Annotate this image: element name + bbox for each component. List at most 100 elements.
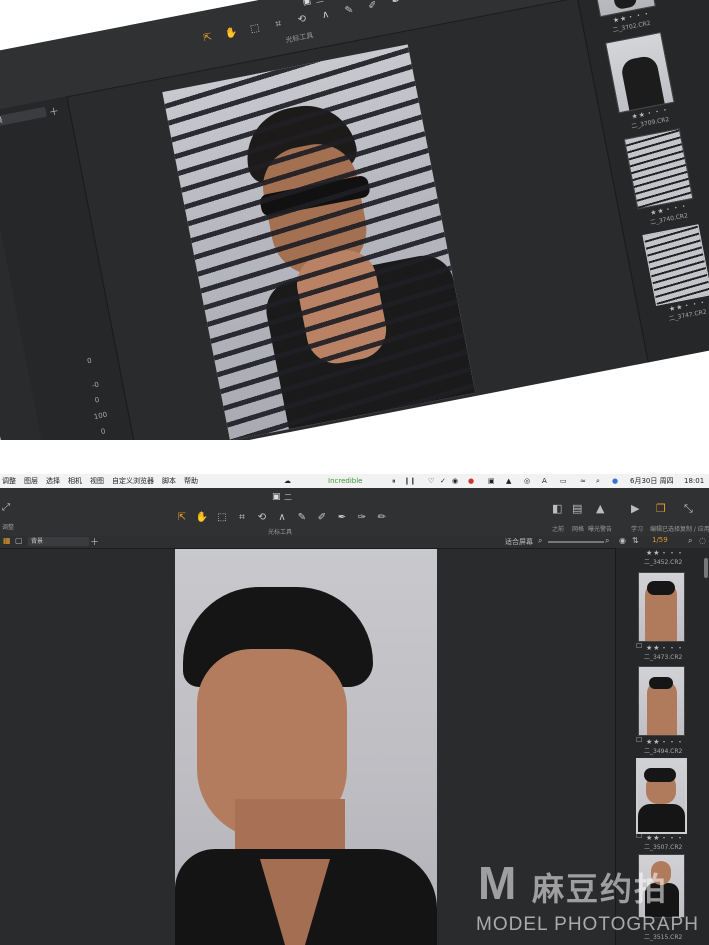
bottom-toolbar: ▣ 二 ⤢ 调整 ⇱ ✋ ⬚ ⌗ ⟲ ∧ ✎ ✐ ✒ ✑ ✏ 光标工具 ◧ 之前… xyxy=(0,488,709,537)
filmstrip-thumb-selected[interactable] xyxy=(642,224,709,306)
filmstrip-scrollbar[interactable] xyxy=(704,558,708,578)
filter-icon[interactable]: ◌ xyxy=(699,536,706,545)
battery-icon[interactable]: ▭ xyxy=(560,474,567,488)
single-view-icon[interactable]: ▢ xyxy=(15,536,23,545)
keystone-tool-icon[interactable]: ∧ xyxy=(314,6,337,26)
thumb-caption: 二_3507.CR2 xyxy=(644,844,683,851)
menubar-time: 18:01 xyxy=(684,477,705,485)
mountain-icon[interactable]: ▲ xyxy=(506,474,511,488)
pan-tool-icon[interactable]: ✋ xyxy=(192,510,212,526)
a-icon[interactable]: A xyxy=(542,474,547,488)
filmstrip-thumb[interactable] xyxy=(638,572,685,642)
menu-item[interactable]: 视图 xyxy=(90,474,104,488)
wifi-icon[interactable]: ≈ xyxy=(580,474,586,488)
wechat-icon[interactable]: ☁ xyxy=(284,474,291,488)
watermark-english: MODEL PHOTOGRAPH xyxy=(476,914,699,935)
copy-icon[interactable]: ❐ xyxy=(656,502,666,515)
thumb-caption: 二_3494.CR2 xyxy=(644,748,683,755)
document-icon: ▣ xyxy=(272,492,281,502)
picker-tool-icon[interactable]: ✑ xyxy=(352,510,372,526)
menu-item[interactable]: 调整 xyxy=(2,474,16,488)
rotate-tool-icon[interactable]: ⟲ xyxy=(252,510,272,526)
pause-icon[interactable]: ⏸ xyxy=(392,474,396,488)
copy-apply-icon[interactable]: ⤡ xyxy=(684,502,693,516)
tool-strip: ⇱ ✋ ⬚ ⌗ ⟲ ∧ ✎ ✐ ✒ ✑ ✏ xyxy=(172,510,392,526)
pen-tool-icon[interactable]: ✒ xyxy=(332,510,352,526)
crop-tool-icon[interactable]: ⌗ xyxy=(232,510,252,526)
rotate-tool-icon[interactable]: ⟲ xyxy=(291,10,314,30)
layer-select[interactable]: 背景 xyxy=(28,537,89,546)
mac-menubar: 调整 图层 选择 相机 视图 自定义浏览器 脚本 帮助 ☁ Incredible… xyxy=(0,474,709,489)
viewer-bar: ▦ ▢ 背景 ＋ 适合屏幕 ⌕ ⌕ ◉ ⇅ 1/59 ⌕ ◌ xyxy=(0,536,709,549)
grid-icon[interactable]: ▤ xyxy=(572,502,582,515)
panel-value-5: 0 xyxy=(100,427,107,437)
search-icon[interactable]: ⌕ xyxy=(596,474,600,488)
watermark-logo: M xyxy=(478,857,517,909)
top-left-panel: 背景 ＋ 0 -0 0 100 0 xyxy=(0,96,139,479)
eye-icon[interactable]: ◉ xyxy=(619,536,626,545)
brush-tool-icon[interactable]: ✎ xyxy=(292,510,312,526)
checkbox-icon[interactable]: ☐ xyxy=(636,736,642,744)
annotate-tool-icon[interactable]: ✏ xyxy=(372,510,392,526)
camera-icon[interactable]: ▣ xyxy=(488,474,495,488)
menu-item[interactable]: 脚本 xyxy=(162,474,176,488)
pan-tool-icon[interactable]: ✋ xyxy=(220,24,243,44)
menu-item[interactable]: 帮助 xyxy=(184,474,198,488)
siri-icon[interactable]: ● xyxy=(612,474,618,488)
picker-tool-icon[interactable]: ✑ xyxy=(409,0,432,7)
filmstrip-thumb[interactable] xyxy=(623,128,694,210)
pause-bars-icon[interactable]: ❙❙ xyxy=(404,474,416,488)
pen-tool-icon[interactable]: ✒ xyxy=(385,0,408,12)
checkbox-icon[interactable]: ☐ xyxy=(636,642,642,650)
check-icon[interactable]: ✓ xyxy=(440,474,446,488)
menu-item[interactable]: 图层 xyxy=(24,474,38,488)
left-tool-label: 调整 xyxy=(2,524,15,531)
eraser-tool-icon[interactable]: ✐ xyxy=(361,0,384,16)
shield-icon[interactable]: ◉ xyxy=(452,474,458,488)
tools-label: 光标工具 xyxy=(268,529,293,536)
search-icon[interactable]: ⌕ xyxy=(688,536,692,546)
add-layer-icon[interactable]: ＋ xyxy=(47,102,60,119)
zoom-slider[interactable] xyxy=(548,541,604,543)
keystone-tool-icon[interactable]: ∧ xyxy=(272,510,292,526)
watermark-chinese: 麻豆约拍 xyxy=(532,870,669,908)
annotate-tool-icon[interactable]: ✏ xyxy=(432,0,455,2)
viewer-photo-portrait xyxy=(175,549,437,945)
viewer-photo-blinds xyxy=(162,44,476,441)
filmstrip-thumb[interactable] xyxy=(605,31,675,114)
eye-icon[interactable]: ◎ xyxy=(524,474,530,488)
eraser-tool-icon[interactable]: ✐ xyxy=(312,510,332,526)
viewer-tool-icon[interactable]: ⬚ xyxy=(244,20,267,40)
image-counter: 1/59 xyxy=(652,536,668,544)
cursor-tool-icon[interactable]: ⇱ xyxy=(197,29,220,49)
viewer-tool-icon[interactable]: ⬚ xyxy=(212,510,232,526)
record-icon[interactable]: ● xyxy=(468,474,474,488)
warning-icon[interactable]: ▲ xyxy=(596,502,604,515)
sort-icon[interactable]: ⇅ xyxy=(632,536,639,545)
fit-screen-label[interactable]: 适合屏幕 xyxy=(505,537,533,547)
menu-item[interactable]: 自定义浏览器 xyxy=(112,474,154,488)
layer-select[interactable]: 背景 xyxy=(0,106,47,129)
filmstrip-thumb[interactable] xyxy=(638,666,685,736)
cursor-tool-icon[interactable]: ⇱ xyxy=(172,510,192,526)
adjust-tool-icon[interactable]: ⤢ xyxy=(2,502,10,513)
add-layer-icon[interactable]: ＋ xyxy=(90,535,99,548)
doc-title: 二 xyxy=(315,0,325,6)
grid-view-icon[interactable]: ▦ xyxy=(3,536,11,545)
heart-icon[interactable]: ♡ xyxy=(428,474,434,488)
brush-tool-icon[interactable]: ✎ xyxy=(338,1,361,21)
thumb-caption: 二_3452.CR2 xyxy=(644,559,683,566)
top-filmstrip: ★★・・・ 二_3702.CR2 ★★・・・ 二_3709.CR2 ★★・・・ … xyxy=(565,0,709,363)
filmstrip-thumb-selected[interactable] xyxy=(636,758,687,834)
menu-item[interactable]: 相机 xyxy=(68,474,82,488)
grid-label: 网格 xyxy=(572,526,585,533)
compare-icon[interactable]: ◧ xyxy=(552,502,562,515)
play-icon[interactable]: ▶ xyxy=(631,502,639,515)
checkbox-icon[interactable]: ☐ xyxy=(636,832,642,840)
zoom-icon[interactable]: ⌕ xyxy=(538,536,542,546)
doc-title: 二 xyxy=(284,493,292,502)
crop-tool-icon[interactable]: ⌗ xyxy=(267,15,290,35)
page-gap xyxy=(0,440,709,474)
zoom-in-icon[interactable]: ⌕ xyxy=(605,536,609,546)
menu-item[interactable]: 选择 xyxy=(46,474,60,488)
